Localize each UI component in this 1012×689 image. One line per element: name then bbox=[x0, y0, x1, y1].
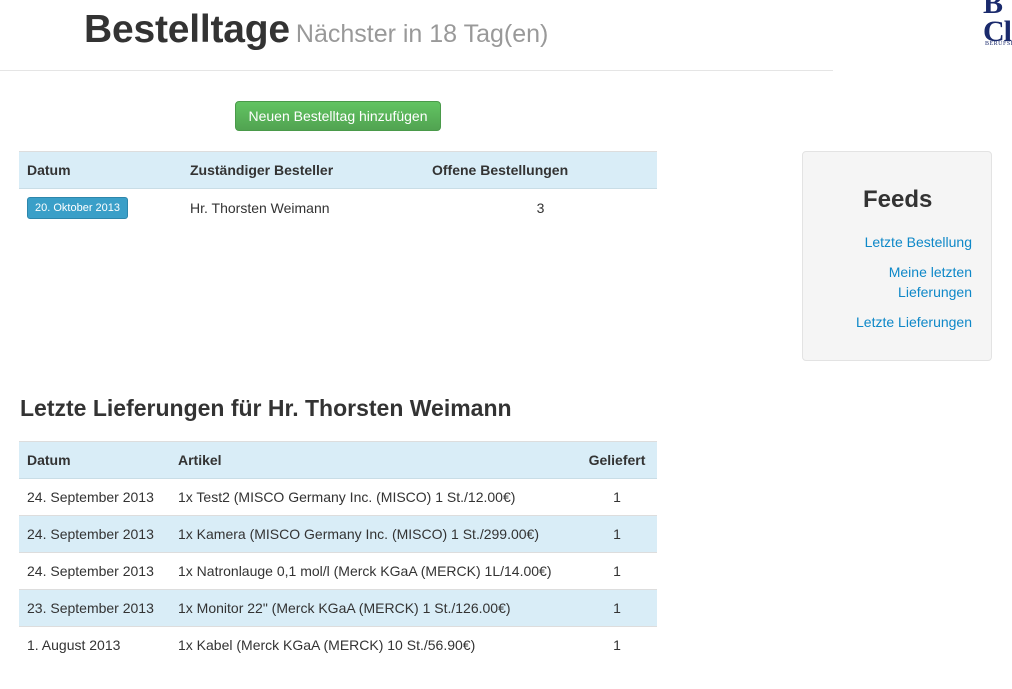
list-item: Letzte Bestellung bbox=[822, 232, 972, 252]
column-header-date: Datum bbox=[19, 441, 170, 479]
delivery-article: 1x Natronlauge 0,1 mol/l (Merck KGaA (ME… bbox=[170, 552, 577, 590]
delivery-quantity: 1 bbox=[577, 515, 657, 553]
order-days-table: Datum Zuständiger Besteller Offene Beste… bbox=[19, 151, 657, 227]
delivery-article: 1x Kamera (MISCO Germany Inc. (MISCO) 1 … bbox=[170, 515, 577, 553]
column-header-article: Artikel bbox=[170, 441, 577, 479]
list-item: Letzte Lieferungen bbox=[822, 312, 972, 332]
list-item: Meine letzten Lieferungen bbox=[822, 262, 972, 302]
add-order-day-button[interactable]: Neuen Bestelltag hinzufügen bbox=[235, 101, 441, 131]
logo-mark: B Cl bbox=[983, 0, 1012, 48]
deliveries-section-title: Letzte Lieferungen für Hr. Thorsten Weim… bbox=[20, 395, 512, 421]
page-title: Bestelltage Nächster in 18 Tag(en) bbox=[84, 8, 548, 52]
delivery-quantity: 1 bbox=[577, 589, 657, 627]
delivery-date: 24. September 2013 bbox=[19, 478, 170, 516]
feed-link-last-deliveries[interactable]: Letzte Lieferungen bbox=[856, 314, 972, 330]
order-day-open-orders: 3 bbox=[424, 188, 657, 227]
table-row: 24. September 2013 1x Kamera (MISCO Germ… bbox=[19, 515, 657, 553]
delivery-date: 24. September 2013 bbox=[19, 552, 170, 590]
delivery-quantity: 1 bbox=[577, 626, 657, 664]
brand-logo[interactable]: B Cl Berufsf bbox=[983, 0, 1012, 52]
feed-link-my-last-deliveries[interactable]: Meine letzten Lieferungen bbox=[889, 264, 972, 300]
table-row: 23. September 2013 1x Monitor 22" (Merck… bbox=[19, 589, 657, 627]
delivery-date: 23. September 2013 bbox=[19, 589, 170, 627]
page-title-text: Bestelltage bbox=[84, 8, 290, 51]
feeds-panel: Feeds Letzte Bestellung Meine letzten Li… bbox=[802, 151, 992, 361]
delivery-article: 1x Test2 (MISCO Germany Inc. (MISCO) 1 S… bbox=[170, 478, 577, 516]
delivery-date: 24. September 2013 bbox=[19, 515, 170, 553]
next-order-day-info: Nächster in 18 Tag(en) bbox=[295, 20, 549, 48]
table-header-row: Datum Zuständiger Besteller Offene Beste… bbox=[19, 151, 657, 189]
order-day-buyer: Hr. Thorsten Weimann bbox=[182, 188, 424, 227]
table-row: 24. September 2013 1x Natronlauge 0,1 mo… bbox=[19, 552, 657, 590]
table-row: 20. Oktober 2013 Hr. Thorsten Weimann 3 bbox=[19, 188, 657, 227]
order-day-date-cell: 20. Oktober 2013 bbox=[19, 188, 182, 227]
feeds-list: Letzte Bestellung Meine letzten Lieferun… bbox=[822, 232, 972, 342]
feeds-title: Feeds bbox=[863, 186, 933, 213]
column-header-buyer: Zuständiger Besteller bbox=[182, 151, 424, 189]
table-row: 24. September 2013 1x Test2 (MISCO Germa… bbox=[19, 478, 657, 516]
delivery-date: 1. August 2013 bbox=[19, 626, 170, 664]
column-header-delivered: Geliefert bbox=[577, 441, 657, 479]
column-header-open-orders: Offene Bestellungen bbox=[424, 151, 657, 189]
table-header-row: Datum Artikel Geliefert bbox=[19, 441, 657, 479]
table-row: 1. August 2013 1x Kabel (Merck KGaA (MER… bbox=[19, 626, 657, 664]
delivery-quantity: 1 bbox=[577, 552, 657, 590]
delivery-quantity: 1 bbox=[577, 478, 657, 516]
logo-subtitle: Berufsf bbox=[985, 41, 1012, 47]
page-header: Bestelltage Nächster in 18 Tag(en) bbox=[0, 0, 833, 71]
delivery-article: 1x Kabel (Merck KGaA (MERCK) 10 St./56.9… bbox=[170, 626, 577, 664]
column-header-date: Datum bbox=[19, 151, 182, 189]
deliveries-table: Datum Artikel Geliefert 24. September 20… bbox=[19, 441, 657, 664]
order-day-date-badge[interactable]: 20. Oktober 2013 bbox=[27, 196, 129, 219]
feed-link-last-order[interactable]: Letzte Bestellung bbox=[865, 234, 972, 250]
delivery-article: 1x Monitor 22" (Merck KGaA (MERCK) 1 St.… bbox=[170, 589, 577, 627]
